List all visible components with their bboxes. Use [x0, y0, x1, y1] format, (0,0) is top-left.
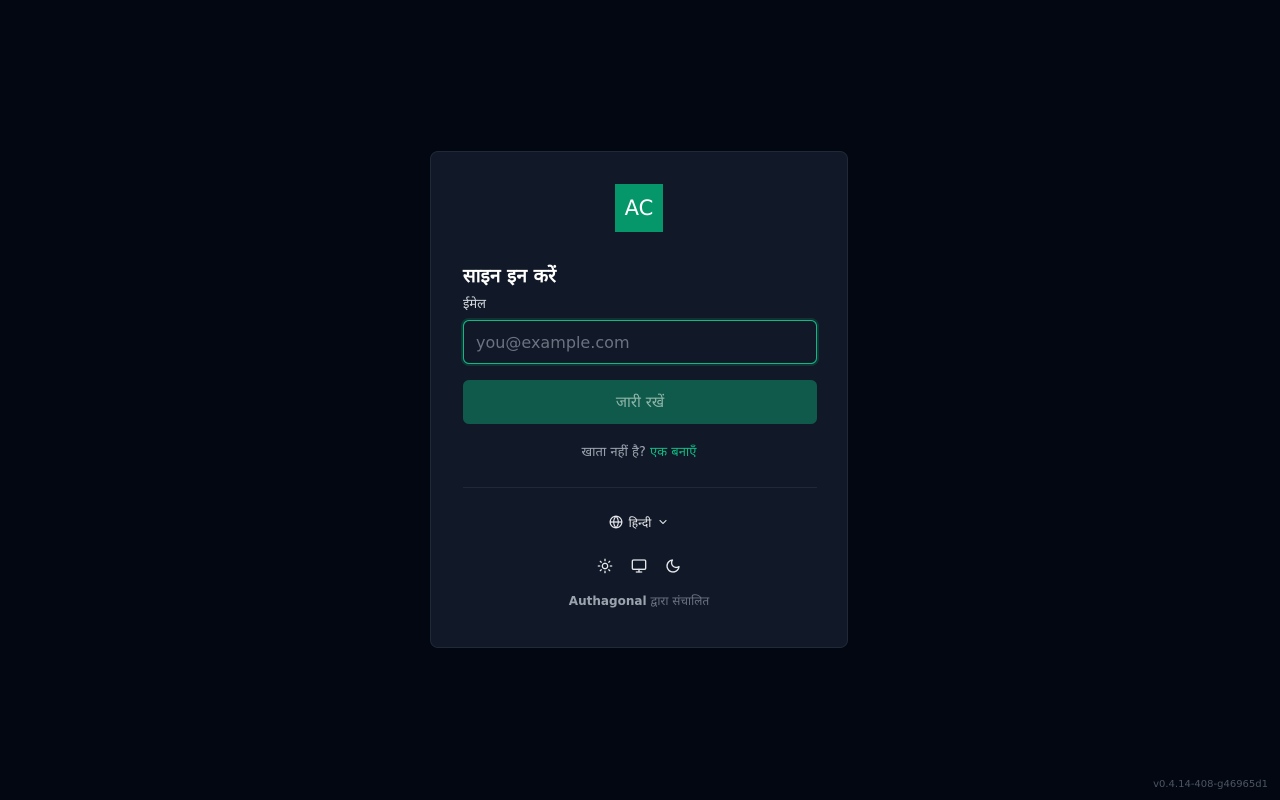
powered-by-brand: Authagonal — [568, 594, 647, 608]
powered-by-suffix: द्वारा संचालित — [650, 594, 710, 608]
sun-icon — [597, 558, 613, 578]
language-selector[interactable]: हिन्दी — [609, 514, 670, 530]
signup-prompt: खाता नहीं है? — [581, 445, 646, 460]
version-label: v0.4.14-408-g46965d1 — [1153, 779, 1268, 790]
page-title: साइन इन करें — [463, 265, 557, 287]
signup-row: खाता नहीं है? एक बनाएँ — [463, 445, 815, 461]
powered-by: Authagonal द्वारा संचालित — [463, 594, 815, 608]
globe-icon — [609, 515, 623, 529]
continue-button[interactable]: जारी रखें — [463, 380, 817, 424]
logo-wrap: AC — [463, 184, 815, 232]
theme-light-button[interactable] — [596, 558, 614, 578]
login-page: AC साइन इन करें ईमेल जारी रखें खाता नहीं… — [0, 0, 1280, 800]
language-row: हिन्दी — [463, 514, 815, 530]
theme-switcher — [463, 558, 815, 578]
email-input[interactable] — [463, 320, 817, 364]
language-selected-label: हिन्दी — [628, 515, 652, 530]
app-logo: AC — [615, 184, 663, 232]
divider — [463, 487, 817, 488]
moon-icon — [665, 558, 681, 578]
theme-system-button[interactable] — [630, 559, 648, 577]
email-label: ईमेल — [463, 297, 486, 312]
monitor-icon — [631, 558, 647, 578]
create-account-link[interactable]: एक बनाएँ — [650, 445, 697, 460]
chevron-down-icon — [657, 516, 669, 528]
login-card: AC साइन इन करें ईमेल जारी रखें खाता नहीं… — [430, 151, 848, 648]
theme-dark-button[interactable] — [664, 559, 682, 577]
